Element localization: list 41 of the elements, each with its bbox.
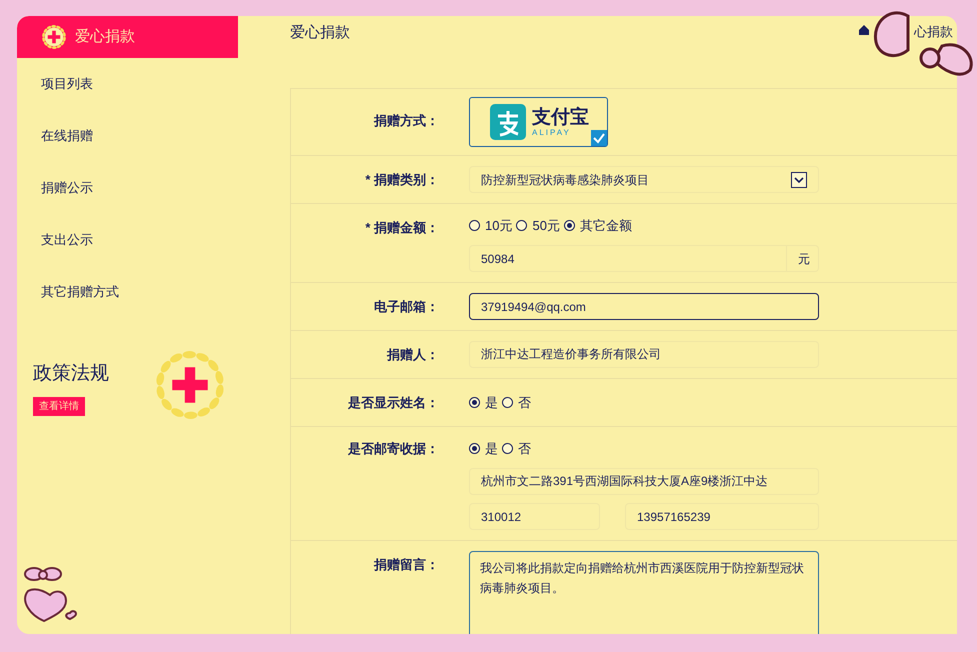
- select-field[interactable]: 防控新型冠状病毒感染肺炎项目: [469, 166, 819, 193]
- radio-option[interactable]: 是: [469, 438, 498, 458]
- field-label: 捐赠人：: [386, 346, 439, 364]
- brand-title: 爱心捐款: [75, 26, 135, 47]
- alipay-option[interactable]: 支付宝 ALIPAY: [469, 97, 608, 147]
- emblem-icon: [41, 24, 67, 50]
- select-value: 防控新型冠状病毒感染肺炎项目: [481, 172, 649, 188]
- postcode-field[interactable]: 310012: [469, 503, 600, 530]
- policy-title: 政策法规: [33, 362, 109, 386]
- message-field[interactable]: 我公司将此捐款定向捐赠给杭州市西溪医院用于防控新型冠状病毒肺炎项目。: [469, 551, 819, 634]
- unit-label: 元: [787, 245, 819, 272]
- radio-option[interactable]: 10元: [469, 216, 512, 236]
- alipay-wordmark: ALIPAY: [532, 128, 572, 136]
- field-label: 是否显示姓名：: [347, 394, 439, 412]
- field-label: * 捐赠金额：: [364, 219, 439, 237]
- radio-option[interactable]: 否: [502, 438, 531, 458]
- field-label: 捐赠留言：: [372, 556, 439, 574]
- sidebar-item[interactable]: 其它捐赠方式: [17, 266, 238, 318]
- amount-field[interactable]: 50984: [469, 245, 787, 272]
- radio-option[interactable]: 是: [469, 392, 498, 412]
- field-label: * 捐赠类别：: [364, 171, 439, 189]
- address-field[interactable]: 杭州市文二路391号西湖国际科技大厦A座9楼浙江中达: [469, 468, 819, 495]
- text-field[interactable]: 37919494@qq.com: [469, 293, 819, 320]
- radio-option[interactable]: 其它金额: [564, 216, 632, 236]
- field-label: 电子邮箱：: [373, 298, 439, 316]
- alipay-logo-icon: [490, 104, 526, 140]
- breadcrumb-link[interactable]: 心捐款: [914, 22, 953, 42]
- field-label: 是否邮寄收据：: [347, 440, 439, 458]
- home-icon: [858, 24, 870, 36]
- radio-option[interactable]: 否: [502, 392, 531, 412]
- sidebar-item[interactable]: 支出公示: [17, 214, 238, 266]
- page-title: 爱心捐款: [290, 24, 350, 41]
- sidebar-item[interactable]: 在线捐赠: [17, 110, 238, 162]
- sidebar-item[interactable]: 捐赠公示: [17, 162, 238, 214]
- dropdown-icon: [791, 172, 807, 188]
- radio-option[interactable]: 50元: [516, 216, 560, 236]
- alipay-name: 支付宝: [532, 108, 589, 126]
- text-field[interactable]: 浙江中达工程造价事务所有限公司: [469, 341, 819, 368]
- phone-field[interactable]: 13957165239: [625, 503, 819, 530]
- field-label: 捐赠方式：: [372, 112, 439, 130]
- sidebar-item[interactable]: 项目列表: [17, 58, 238, 110]
